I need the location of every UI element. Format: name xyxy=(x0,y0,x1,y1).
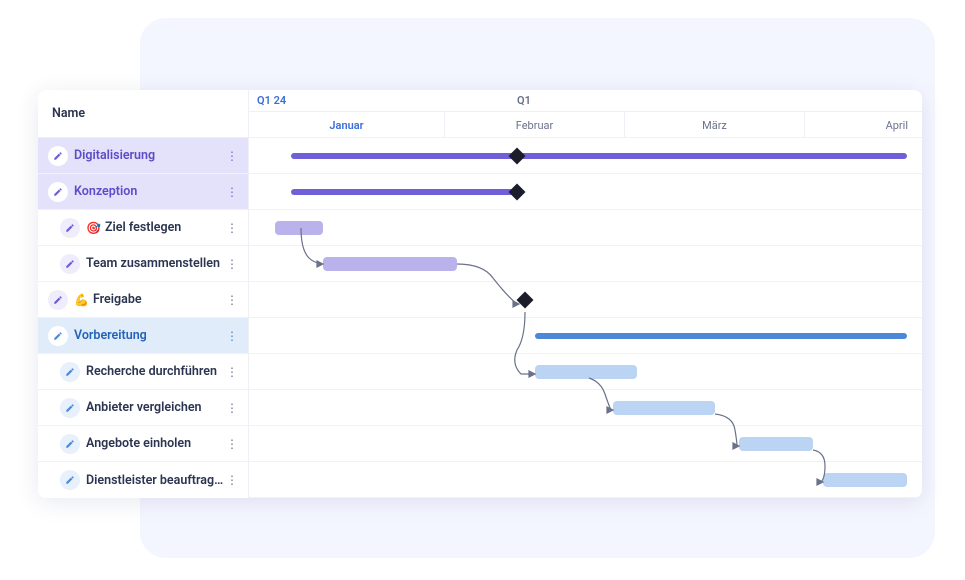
edit-icon[interactable] xyxy=(60,218,80,238)
task-row-anbieter[interactable]: Anbieter vergleichen⋮ xyxy=(38,390,248,426)
kebab-icon[interactable]: ⋮ xyxy=(224,434,240,454)
month-märz[interactable]: März xyxy=(625,112,805,138)
timeline-row-konzeption xyxy=(249,174,922,210)
task-row-konzeption[interactable]: Konzeption⋮ xyxy=(38,174,248,210)
month-label: Februar xyxy=(516,119,553,132)
task-label: Angebote einholen xyxy=(86,436,224,451)
month-label: März xyxy=(702,119,727,132)
task-bar[interactable] xyxy=(613,401,715,415)
task-emoji: 🎯 xyxy=(86,221,101,235)
timeline: Q1 24 Q1 Januar Februar März April xyxy=(249,90,922,498)
edit-icon[interactable] xyxy=(60,398,80,418)
name-column-header: Name xyxy=(38,90,248,138)
kebab-icon[interactable]: ⋮ xyxy=(224,398,240,418)
timeline-row-anbieter xyxy=(249,390,922,426)
task-row-vorbereitung[interactable]: Vorbereitung⋮ xyxy=(38,318,248,354)
quarter-label-right: Q1 xyxy=(517,94,531,107)
timeline-row-vorbereitung xyxy=(249,318,922,354)
task-label: Digitalisierung xyxy=(74,148,224,163)
task-label: Konzeption xyxy=(74,184,224,199)
summary-bar[interactable] xyxy=(291,189,517,195)
task-row-team[interactable]: Team zusammenstellen⋮ xyxy=(38,246,248,282)
task-row-recherche[interactable]: Recherche durchführen⋮ xyxy=(38,354,248,390)
task-bar[interactable] xyxy=(739,437,813,451)
task-label: Anbieter vergleichen xyxy=(86,400,224,415)
edit-icon[interactable] xyxy=(48,146,68,166)
month-februar[interactable]: Februar xyxy=(445,112,625,138)
task-bar[interactable] xyxy=(535,365,637,379)
task-label: Freigabe xyxy=(93,292,224,307)
task-label: Recherche durchführen xyxy=(86,364,224,379)
kebab-icon[interactable]: ⋮ xyxy=(224,362,240,382)
quarter-row: Q1 24 Q1 xyxy=(249,90,922,112)
kebab-icon[interactable]: ⋮ xyxy=(224,218,240,238)
month-januar[interactable]: Januar xyxy=(249,112,445,138)
milestone-icon[interactable] xyxy=(509,184,526,201)
kebab-icon[interactable]: ⋮ xyxy=(224,290,240,310)
gantt-panel: Name Digitalisierung⋮Konzeption⋮🎯Ziel fe… xyxy=(38,90,922,498)
kebab-icon[interactable]: ⋮ xyxy=(224,470,240,490)
kebab-icon[interactable]: ⋮ xyxy=(224,146,240,166)
edit-icon[interactable] xyxy=(48,326,68,346)
task-label: Ziel festlegen xyxy=(105,220,224,235)
kebab-icon[interactable]: ⋮ xyxy=(224,254,240,274)
task-emoji: 💪 xyxy=(74,293,89,307)
task-row-ziel[interactable]: 🎯 Ziel festlegen⋮ xyxy=(38,210,248,246)
summary-bar[interactable] xyxy=(291,153,907,159)
timeline-header: Q1 24 Q1 Januar Februar März April xyxy=(249,90,922,138)
task-bar[interactable] xyxy=(323,257,457,271)
edit-icon[interactable] xyxy=(48,182,68,202)
milestone-icon[interactable] xyxy=(517,292,534,309)
edit-icon[interactable] xyxy=(60,434,80,454)
timeline-body xyxy=(249,138,922,498)
task-label: Dienstleister beauftragen xyxy=(86,473,224,488)
timeline-row-team xyxy=(249,246,922,282)
task-label: Vorbereitung xyxy=(74,328,224,343)
quarter-label-left: Q1 24 xyxy=(257,94,286,107)
task-row-digitalisierung[interactable]: Digitalisierung⋮ xyxy=(38,138,248,174)
months-row: Januar Februar März April xyxy=(249,112,922,138)
timeline-row-ziel xyxy=(249,210,922,246)
task-sidebar: Name Digitalisierung⋮Konzeption⋮🎯Ziel fe… xyxy=(38,90,249,498)
timeline-row-recherche xyxy=(249,354,922,390)
edit-icon[interactable] xyxy=(60,470,80,490)
edit-icon[interactable] xyxy=(60,362,80,382)
timeline-row-angebote xyxy=(249,426,922,462)
task-row-freigabe[interactable]: 💪 Freigabe⋮ xyxy=(38,282,248,318)
timeline-row-dienstleister xyxy=(249,462,922,498)
edit-icon[interactable] xyxy=(48,290,68,310)
task-row-dienstleister[interactable]: Dienstleister beauftragen⋮ xyxy=(38,462,248,498)
kebab-icon[interactable]: ⋮ xyxy=(224,326,240,346)
milestone-icon[interactable] xyxy=(509,148,526,165)
summary-bar[interactable] xyxy=(535,333,907,339)
task-bar[interactable] xyxy=(823,473,907,487)
task-bar[interactable] xyxy=(275,221,323,235)
month-april[interactable]: April xyxy=(805,112,922,138)
timeline-row-digitalisierung xyxy=(249,138,922,174)
name-column-label: Name xyxy=(52,106,85,121)
kebab-icon[interactable]: ⋮ xyxy=(224,182,240,202)
month-label: April xyxy=(886,119,908,132)
timeline-row-freigabe xyxy=(249,282,922,318)
task-row-angebote[interactable]: Angebote einholen⋮ xyxy=(38,426,248,462)
edit-icon[interactable] xyxy=(60,254,80,274)
month-label: Januar xyxy=(329,119,363,132)
task-label: Team zusammenstellen xyxy=(86,256,224,271)
